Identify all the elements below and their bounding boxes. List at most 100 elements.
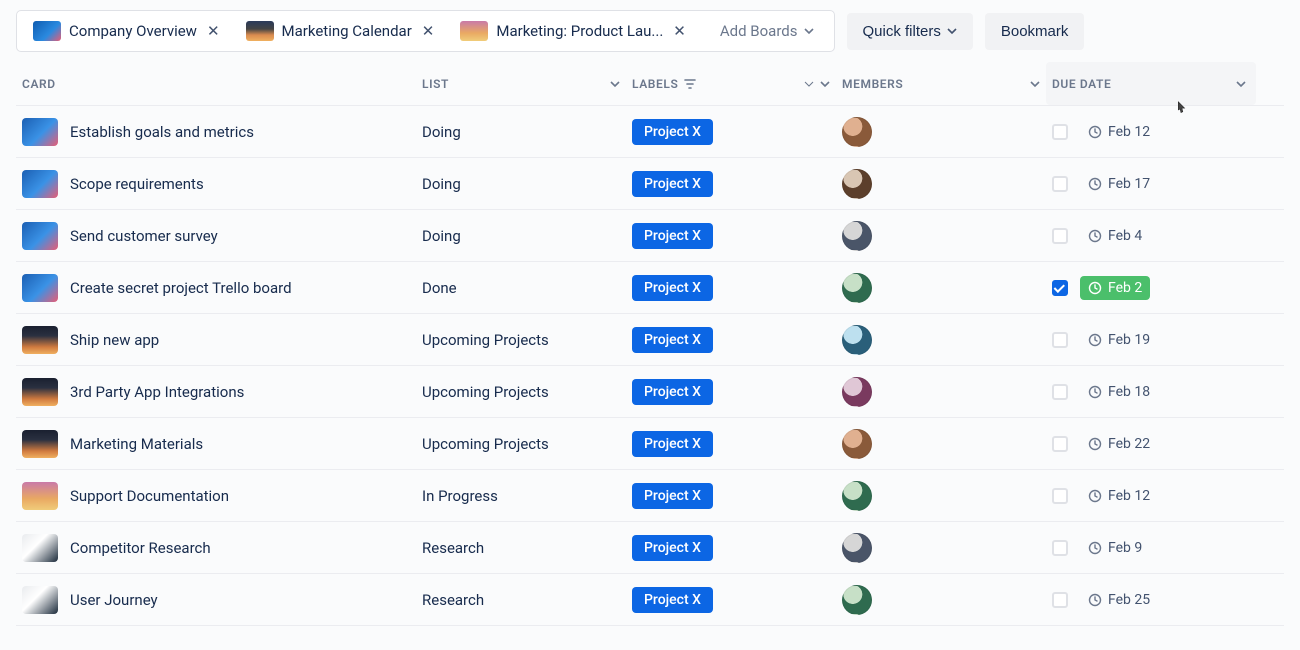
labels-cell: Project X: [626, 379, 836, 405]
label-pill[interactable]: Project X: [632, 275, 713, 301]
label-pill[interactable]: Project X: [632, 327, 713, 353]
avatar[interactable]: [842, 169, 872, 199]
column-label: MEMBERS: [842, 77, 903, 91]
due-date-badge[interactable]: Feb 2: [1080, 276, 1150, 300]
bookmark-button[interactable]: Bookmark: [985, 13, 1085, 50]
due-date-text: Feb 18: [1108, 384, 1150, 400]
complete-checkbox[interactable]: [1052, 332, 1068, 348]
card-cover-icon: [22, 586, 58, 614]
due-date-badge[interactable]: Feb 19: [1080, 328, 1158, 352]
column-header-labels[interactable]: LABELS: [626, 62, 836, 105]
label-pill[interactable]: Project X: [632, 119, 713, 145]
avatar[interactable]: [842, 585, 872, 615]
due-date-badge[interactable]: Feb 18: [1080, 380, 1158, 404]
table-row[interactable]: 3rd Party App IntegrationsUpcoming Proje…: [16, 366, 1284, 418]
list-cell: Upcoming Projects: [416, 435, 626, 453]
list-cell: Doing: [416, 175, 626, 193]
card-cell: Competitor Research: [16, 534, 416, 562]
label-pill[interactable]: Project X: [632, 587, 713, 613]
avatar[interactable]: [842, 481, 872, 511]
due-date-badge[interactable]: Feb 17: [1080, 172, 1158, 196]
table-row[interactable]: Create secret project Trello boardDonePr…: [16, 262, 1284, 314]
complete-checkbox[interactable]: [1052, 280, 1068, 296]
complete-checkbox[interactable]: [1052, 436, 1068, 452]
due-date-cell: Feb 9: [1046, 536, 1256, 560]
chevron-down-icon: [610, 79, 620, 89]
column-header-due-date[interactable]: DUE DATE: [1046, 62, 1256, 105]
due-date-text: Feb 9: [1108, 540, 1142, 556]
avatar[interactable]: [842, 325, 872, 355]
card-cell: Ship new app: [16, 326, 416, 354]
close-icon[interactable]: ✕: [671, 22, 688, 40]
avatar[interactable]: [842, 533, 872, 563]
complete-checkbox[interactable]: [1052, 592, 1068, 608]
table-row[interactable]: Competitor ResearchResearch Project X Feb …: [16, 522, 1284, 574]
list-name: Research: [422, 591, 484, 609]
label-pill[interactable]: Project X: [632, 483, 713, 509]
board-tab-company-overview[interactable]: Company Overview ✕: [23, 15, 232, 47]
table-row[interactable]: Establish goals and metrics Doing Project …: [16, 106, 1284, 158]
avatar[interactable]: [842, 117, 872, 147]
due-date-cell: Feb 2: [1046, 276, 1256, 300]
column-header-list[interactable]: LIST: [416, 62, 626, 105]
column-header-card[interactable]: CARD: [16, 62, 416, 105]
due-date-badge[interactable]: Feb 12: [1080, 120, 1158, 144]
label-pill[interactable]: Project X: [632, 171, 713, 197]
label-pill[interactable]: Project X: [632, 535, 713, 561]
list-cell: Upcoming Projects: [416, 331, 626, 349]
board-tab-label: Company Overview: [69, 22, 197, 40]
complete-checkbox[interactable]: [1052, 540, 1068, 556]
list-cell: Doing: [416, 123, 626, 141]
table-row[interactable]: Marketing MaterialsUpcoming ProjectsProj…: [16, 418, 1284, 470]
avatar[interactable]: [842, 429, 872, 459]
filter-icon: [684, 78, 696, 90]
table-row[interactable]: Ship new appUpcoming Projects Project X Fe…: [16, 314, 1284, 366]
table-row[interactable]: Send customer surveyDoingProject XFeb 4: [16, 210, 1284, 262]
close-icon[interactable]: ✕: [420, 22, 437, 40]
board-tab-label: Marketing: Product Lau...: [496, 22, 663, 40]
chevron-down-icon: [1030, 79, 1040, 89]
label-pill[interactable]: Project X: [632, 223, 713, 249]
label-pill[interactable]: Project X: [632, 379, 713, 405]
quick-filters-button[interactable]: Quick filters: [847, 13, 973, 50]
table-row[interactable]: Scope requirementsDoingProject XFeb 17: [16, 158, 1284, 210]
clock-icon: [1088, 177, 1102, 191]
due-date-badge[interactable]: Feb 12: [1080, 484, 1158, 508]
complete-checkbox[interactable]: [1052, 228, 1068, 244]
column-label: DUE DATE: [1052, 77, 1111, 91]
card-cover-icon: [22, 326, 58, 354]
complete-checkbox[interactable]: [1052, 176, 1068, 192]
members-cell: [836, 481, 1046, 511]
card-cell: Create secret project Trello board: [16, 274, 416, 302]
board-tab-marketing-product-launch[interactable]: Marketing: Product Lau... ✕: [450, 15, 697, 47]
close-icon[interactable]: ✕: [205, 22, 222, 40]
due-date-badge[interactable]: Feb 9: [1080, 536, 1150, 560]
due-date-badge[interactable]: Feb 4: [1080, 224, 1150, 248]
add-boards-button[interactable]: Add Boards: [702, 16, 828, 46]
column-label: LABELS: [632, 77, 678, 91]
labels-cell: Project X: [626, 535, 836, 561]
list-cell: Research: [416, 539, 626, 557]
complete-checkbox[interactable]: [1052, 124, 1068, 140]
due-date-text: Feb 12: [1108, 124, 1150, 140]
column-label: LIST: [422, 77, 449, 91]
chevron-down-icon: [820, 79, 830, 89]
board-tab-label: Marketing Calendar: [282, 22, 412, 40]
avatar[interactable]: [842, 377, 872, 407]
label-pill[interactable]: Project X: [632, 431, 713, 457]
avatar[interactable]: [842, 273, 872, 303]
list-name: Doing: [422, 123, 461, 141]
due-date-badge[interactable]: Feb 22: [1080, 432, 1158, 456]
column-header-members[interactable]: MEMBERS: [836, 62, 1046, 105]
due-date-badge[interactable]: Feb 25: [1080, 588, 1158, 612]
table-row[interactable]: Support DocumentationIn ProgressProject …: [16, 470, 1284, 522]
complete-checkbox[interactable]: [1052, 488, 1068, 504]
card-cell: Establish goals and metrics: [16, 118, 416, 146]
board-tab-marketing-calendar[interactable]: Marketing Calendar ✕: [236, 15, 447, 47]
due-date-text: Feb 22: [1108, 436, 1150, 452]
list-name: In Progress: [422, 487, 498, 505]
members-cell: [836, 585, 1046, 615]
avatar[interactable]: [842, 221, 872, 251]
table-row[interactable]: User JourneyResearchProject XFeb 25: [16, 574, 1284, 626]
complete-checkbox[interactable]: [1052, 384, 1068, 400]
